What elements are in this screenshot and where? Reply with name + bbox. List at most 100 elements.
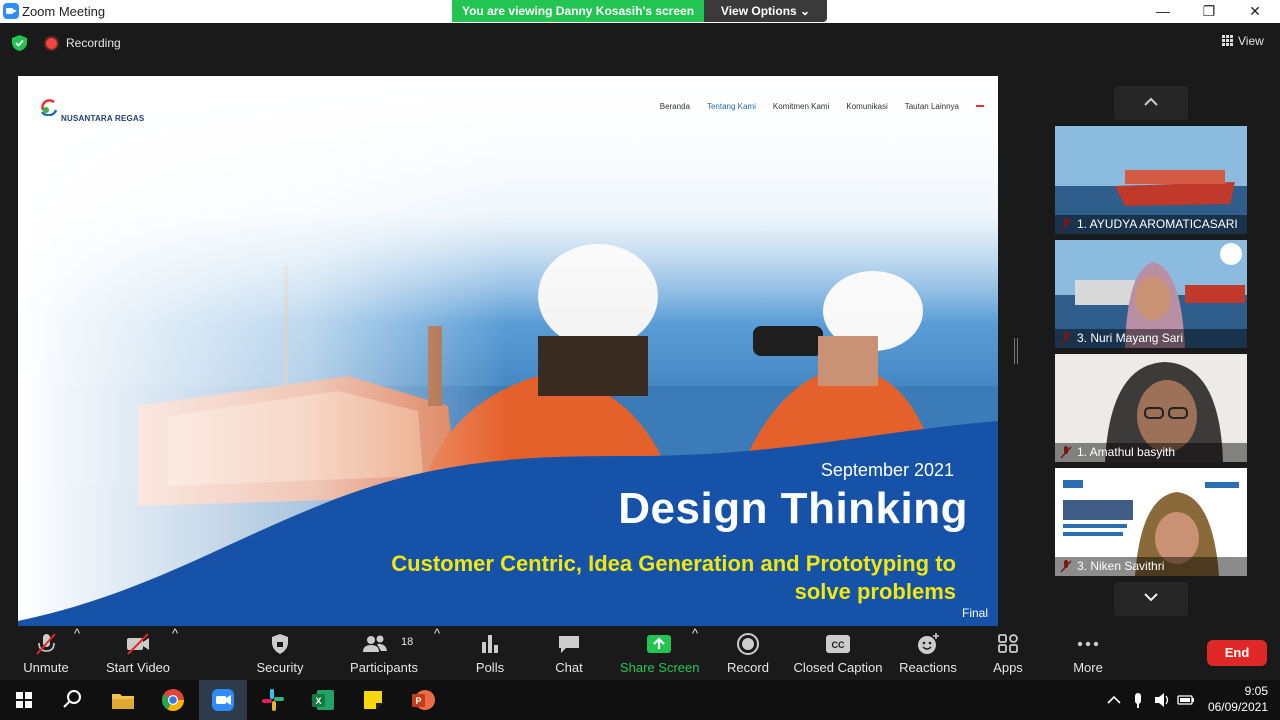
record-button[interactable]: Record [722, 626, 774, 680]
taskbar-date: 06/09/2021 [1207, 700, 1268, 714]
video-off-icon [127, 633, 149, 655]
apps-label: Apps [993, 660, 1023, 675]
participants-options-caret[interactable]: ^ [434, 626, 440, 680]
polls-button[interactable]: Polls [466, 626, 514, 680]
record-icon [737, 633, 759, 655]
chat-icon [559, 636, 579, 653]
start-video-label: Start Video [105, 660, 171, 675]
video-options-caret[interactable]: ^ [172, 626, 178, 680]
participant-tile[interactable]: 3. Nuri Mayang Sari [1055, 240, 1247, 348]
search-icon[interactable] [58, 686, 86, 714]
closed-caption-button[interactable]: CC Closed Caption [793, 626, 883, 680]
maximize-button[interactable]: ❐ [1186, 0, 1232, 23]
close-button[interactable]: ✕ [1232, 0, 1278, 23]
viewing-screen-banner: You are viewing Danny Kosasih's screen [452, 0, 704, 22]
chevron-down-icon [1144, 593, 1158, 602]
slide-final-label: Final [961, 606, 988, 620]
unmute-label: Unmute [23, 660, 69, 675]
participant-tile[interactable]: 1. AYUDYA AROMATICASARI [1055, 126, 1247, 234]
share-screen-icon [647, 635, 671, 653]
recording-dot-icon [46, 38, 57, 49]
share-screen-button[interactable]: Share Screen [620, 626, 700, 680]
slide-subtitle-line2: solve problems [794, 579, 956, 604]
slide-photo-image [18, 76, 998, 626]
excel-icon[interactable]: X [309, 686, 337, 714]
security-button[interactable]: Security [250, 626, 310, 680]
participant-tile[interactable]: 3. Niken Savithri [1055, 468, 1247, 576]
participants-count: 18 [401, 636, 414, 648]
microphone-tray-icon[interactable] [1130, 686, 1146, 714]
participants-button[interactable]: 18 Participants [346, 626, 422, 680]
taskbar-clock[interactable]: 9:05 06/09/2021 [1208, 683, 1268, 715]
share-screen-label: Share Screen [620, 660, 700, 675]
powerpoint-icon[interactable]: P [409, 686, 437, 714]
start-video-button[interactable]: Start Video [104, 626, 172, 680]
encryption-shield-icon[interactable] [12, 35, 27, 51]
view-label: View [1238, 34, 1264, 48]
chrome-icon[interactable] [159, 686, 187, 714]
participant-name: 1. AYUDYA AROMATICASARI [1055, 215, 1247, 234]
scroll-up-button[interactable] [1114, 86, 1188, 120]
apps-button[interactable]: Apps [984, 626, 1032, 680]
zoom-window: Zoom Meeting You are viewing Danny Kosas… [0, 0, 1280, 720]
battery-tray-icon[interactable] [1176, 686, 1196, 714]
taskbar-time: 9:05 [1244, 684, 1268, 698]
participants-label: Participants [350, 660, 418, 675]
title-bar: Zoom Meeting You are viewing Danny Kosas… [0, 0, 1280, 23]
recording-label: Recording [66, 36, 121, 50]
speaker-tray-icon[interactable] [1152, 686, 1172, 714]
participant-name: 1. Amathul basyith [1055, 443, 1247, 462]
slide-subtitle-line1: Customer Centric, Idea Generation and Pr… [391, 551, 956, 576]
chat-button[interactable]: Chat [545, 626, 593, 680]
svg-text:P: P [415, 696, 421, 706]
slide-title: Design Thinking [618, 484, 968, 533]
security-shield-icon [272, 634, 288, 654]
apps-icon [998, 634, 1018, 653]
slack-icon[interactable] [259, 686, 287, 714]
shared-screen[interactable]: NUSANTARA REGAS Beranda Tentang Kami Kom… [18, 76, 998, 626]
more-label: More [1073, 660, 1103, 675]
scroll-down-button[interactable] [1114, 582, 1188, 616]
windows-start-icon[interactable] [10, 686, 38, 714]
slide-date: September 2021 [820, 460, 954, 480]
sticky-notes-icon[interactable] [359, 686, 387, 714]
participant-name: 3. Nuri Mayang Sari [1055, 329, 1247, 348]
meeting-toolbar: Unmute ^ Start Video ^ Security 18 Parti… [0, 626, 1280, 680]
share-options-caret[interactable]: ^ [692, 626, 698, 680]
panel-resize-handle[interactable] [1014, 338, 1018, 364]
zoom-taskbar-icon[interactable] [209, 686, 237, 714]
nusantara-regas-logo-icon [40, 99, 58, 116]
grid-view-icon [1222, 35, 1233, 46]
svg-text:CC: CC [832, 640, 845, 650]
reactions-icon [918, 633, 939, 654]
logo-text: NUSANTARA REGAS [61, 114, 145, 123]
reactions-label: Reactions [899, 660, 957, 675]
window-title: Zoom Meeting [22, 4, 106, 19]
polls-label: Polls [475, 660, 505, 675]
nav-tentang-kami: Tentang Kami [706, 102, 756, 111]
muted-mic-icon [36, 633, 56, 655]
nav-komitmen-kami: Komitmen Kami [772, 102, 830, 111]
minimize-button[interactable]: — [1140, 0, 1186, 23]
closed-caption-label: Closed Caption [793, 660, 883, 675]
more-dots-icon [1077, 641, 1099, 647]
nav-tautan-lainnya: Tautan Lainnya [904, 102, 959, 111]
more-button[interactable]: More [1064, 626, 1112, 680]
unmute-button[interactable]: Unmute [16, 626, 76, 680]
chevron-up-tray-icon[interactable] [1104, 686, 1124, 714]
participant-tile[interactable]: 1. Amathul basyith [1055, 354, 1247, 462]
audio-options-caret[interactable]: ^ [74, 626, 80, 680]
windows-taskbar: X P 9:05 06/09/2021 [0, 680, 1280, 720]
participants-icon [362, 635, 387, 652]
svg-text:X: X [315, 696, 321, 706]
slide-nav: Beranda Tentang Kami Komitmen Kami Komun… [660, 102, 984, 111]
chat-label: Chat [555, 660, 583, 675]
nav-dash-icon [976, 105, 984, 107]
view-options-button[interactable]: View Options ⌄ [704, 0, 827, 22]
file-explorer-icon[interactable] [109, 686, 137, 714]
security-label: Security [256, 660, 304, 675]
reactions-button[interactable]: Reactions [898, 626, 958, 680]
zoom-logo-icon [3, 3, 19, 19]
end-meeting-button[interactable]: End [1207, 640, 1267, 666]
chevron-up-icon [1144, 97, 1158, 106]
